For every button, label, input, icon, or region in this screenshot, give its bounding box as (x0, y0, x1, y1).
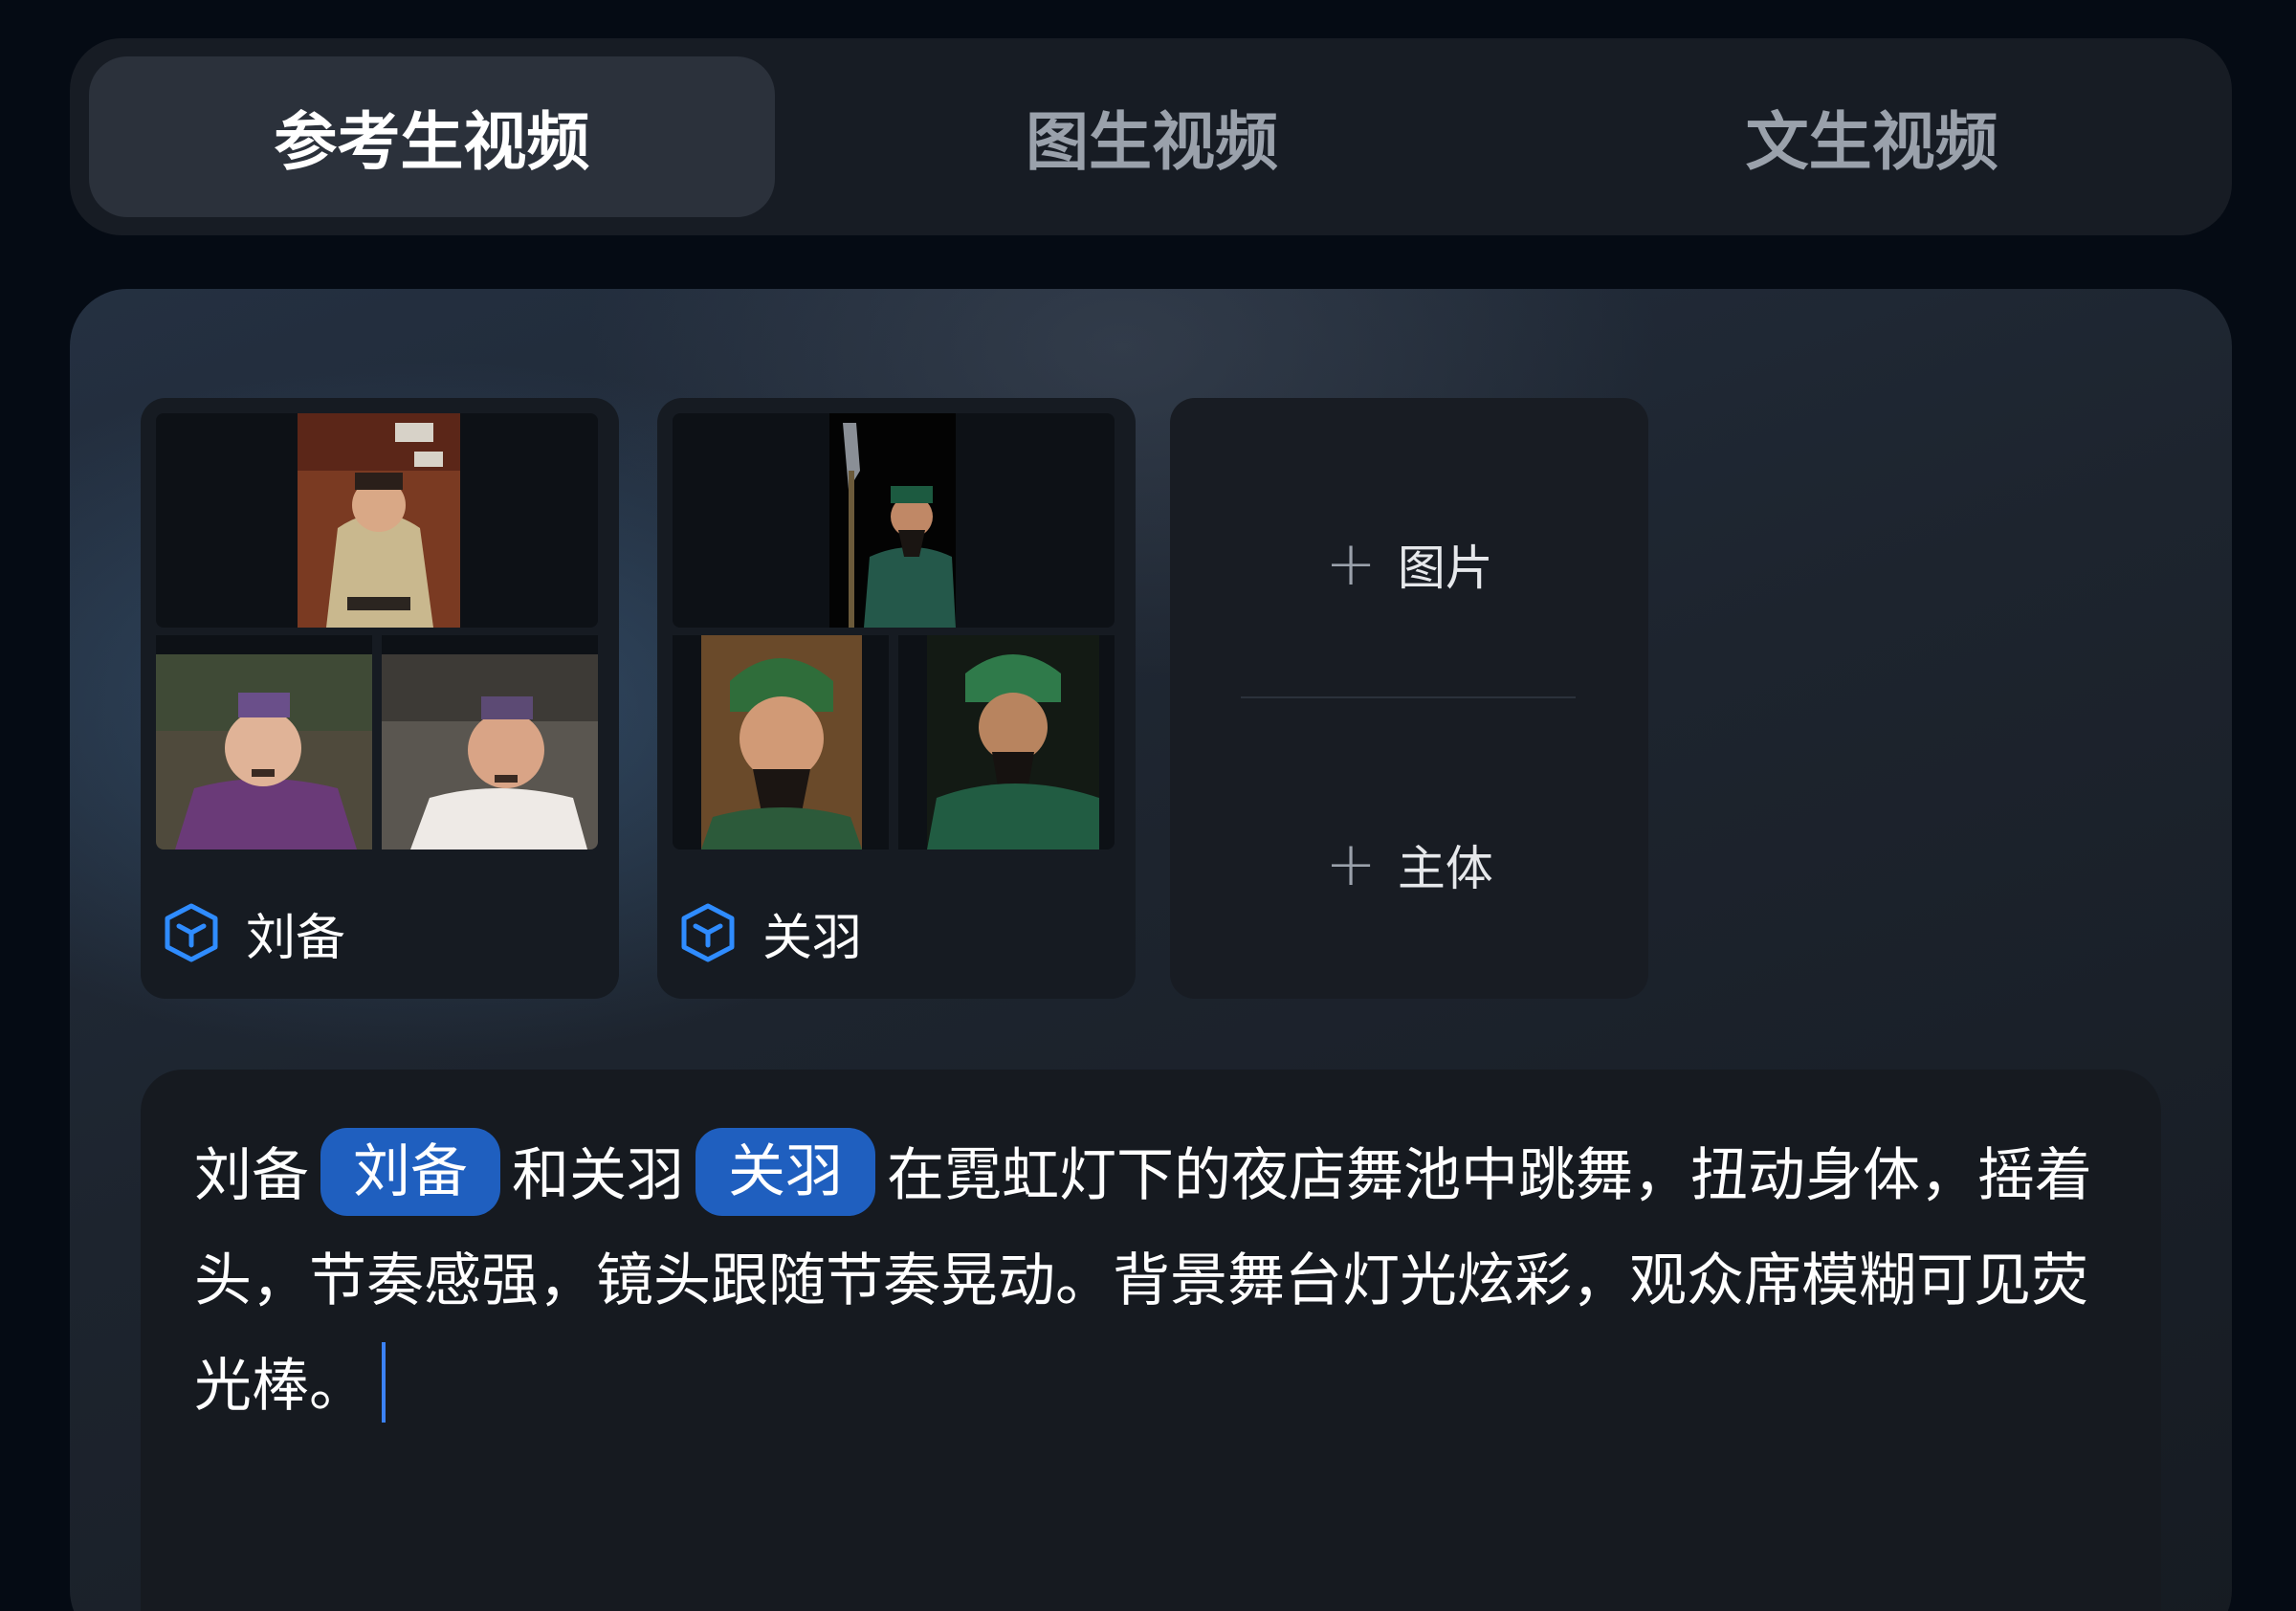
plus-icon: + (1325, 529, 1377, 600)
prompt-text-segment: 刘备 (194, 1142, 309, 1209)
add-image-button[interactable]: + 图片 (1170, 507, 1648, 622)
subject-label: 关羽 (676, 897, 862, 968)
portrait-image (156, 654, 372, 850)
subject-mention-tag[interactable]: 关羽 (695, 1128, 875, 1216)
subject-label: 刘备 (160, 897, 345, 968)
subject-image-left (673, 635, 889, 850)
text-caret (382, 1342, 386, 1423)
prompt-text[interactable]: 刘备 刘备 和关羽 关羽 在霓虹灯下的夜店舞池中跳舞，扭动身体，摇着头，节奏感强，镜头跟… (194, 1123, 2117, 1439)
video-generator: 参考生视频 图生视频 文生视频 刘备 关羽 + 图片 + 主体 刘备 刘备 和关… (0, 0, 2296, 1611)
subject-name: 关羽 (762, 909, 863, 967)
tab-text-to-video[interactable]: 文生视频 (1529, 56, 2215, 217)
tab-image-to-video[interactable]: 图生视频 (809, 56, 1495, 217)
add-reference-card: + 图片 + 主体 (1170, 398, 1648, 999)
cube-icon (681, 903, 735, 962)
add-subject-button[interactable]: + 主体 (1170, 807, 1648, 922)
reference-panel: 刘备 关羽 + 图片 + 主体 刘备 刘备 和关羽 关羽 在霓虹灯下的夜店舞池中… (70, 289, 2232, 1611)
subject-name: 刘备 (246, 909, 346, 967)
mode-tabs: 参考生视频 图生视频 文生视频 (70, 38, 2232, 235)
subject-mention-tag[interactable]: 刘备 (320, 1128, 500, 1216)
portrait-image (829, 413, 956, 628)
subject-card-guanyu[interactable]: 关羽 (657, 398, 1136, 999)
tab-reference-video[interactable]: 参考生视频 (89, 56, 775, 217)
subject-image-main (156, 413, 598, 628)
divider (1241, 696, 1576, 698)
subject-image-right (898, 635, 1115, 850)
portrait-image (298, 413, 460, 628)
subject-image-main (673, 413, 1115, 628)
subject-card-liubei[interactable]: 刘备 (141, 398, 619, 999)
subject-image-left (156, 635, 372, 850)
portrait-image (382, 654, 598, 850)
add-image-label: 图片 (1397, 541, 1493, 596)
plus-icon: + (1325, 829, 1377, 900)
portrait-image (927, 635, 1099, 850)
add-subject-label: 主体 (1397, 841, 1493, 896)
subject-image-right (382, 635, 598, 850)
portrait-image (701, 635, 862, 850)
cube-icon (165, 903, 218, 962)
prompt-input[interactable]: 刘备 刘备 和关羽 关羽 在霓虹灯下的夜店舞池中跳舞，扭动身体，摇着头，节奏感强，镜头跟… (141, 1070, 2161, 1611)
prompt-text-segment: 和关羽 (512, 1142, 684, 1209)
